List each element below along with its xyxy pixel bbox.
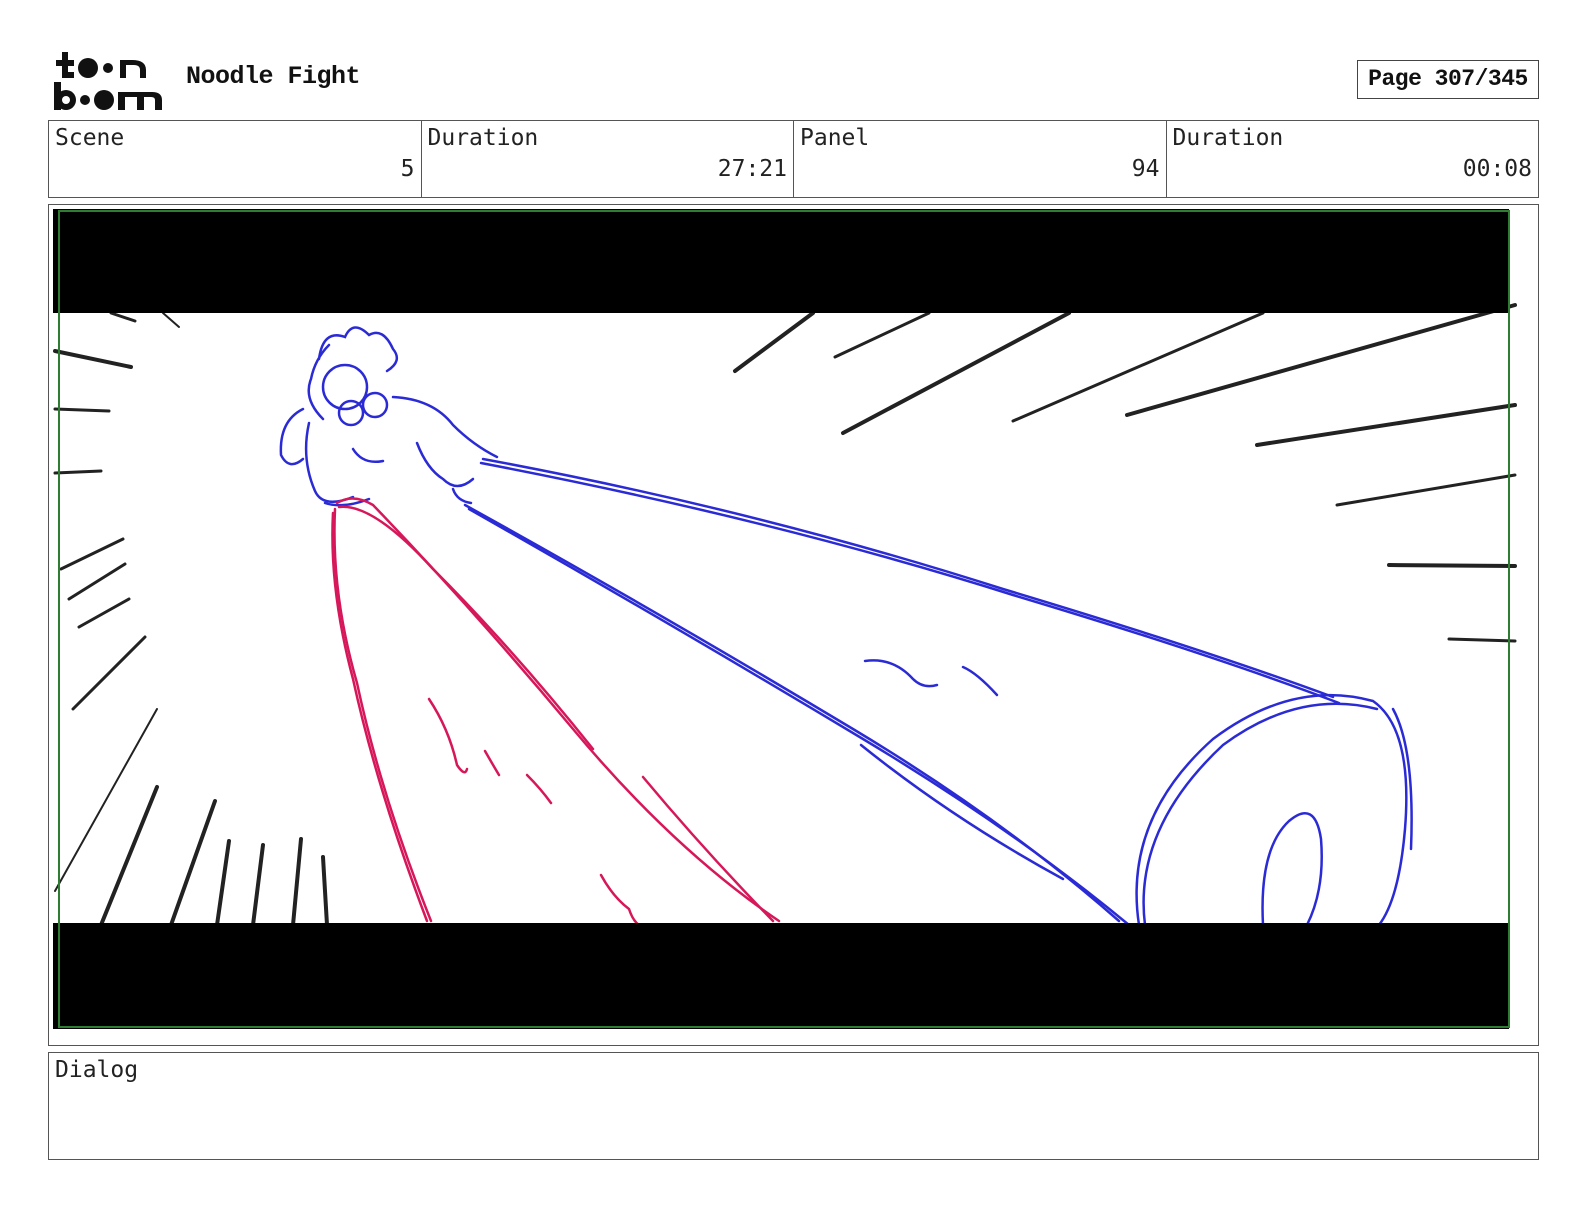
scene-duration-value: 27:21: [717, 156, 787, 182]
info-row: Scene 5 Duration 27:21 Panel 94 Duration…: [48, 120, 1539, 198]
scene-cell: Scene 5: [49, 121, 422, 197]
dialog-label: Dialog: [55, 1057, 139, 1083]
scene-duration-label: Duration: [427, 125, 539, 151]
storyboard-panel-artwork: [53, 209, 1534, 1041]
scene-duration-cell: Duration 27:21: [422, 121, 794, 197]
scene-label: Scene: [55, 125, 125, 151]
logo-mark: [54, 52, 162, 110]
panel-duration-value: 00:08: [1462, 156, 1532, 182]
toon-boom-logo: [52, 50, 164, 112]
panel-value: 94: [1131, 156, 1160, 182]
panel-duration-label: Duration: [1172, 125, 1284, 151]
panel-duration-cell: Duration 00:08: [1167, 121, 1539, 197]
letterbox-top: [53, 209, 1509, 313]
page-indicator: Page 307/345: [1357, 60, 1539, 99]
scene-value: 5: [400, 156, 415, 182]
letterbox-bottom: [53, 923, 1509, 1029]
project-title: Noodle Fight: [186, 62, 361, 91]
panel-label: Panel: [800, 125, 870, 151]
panel-cell: Panel 94: [794, 121, 1167, 197]
panel-frame: [48, 204, 1539, 1046]
dialog-box: Dialog: [48, 1052, 1539, 1160]
